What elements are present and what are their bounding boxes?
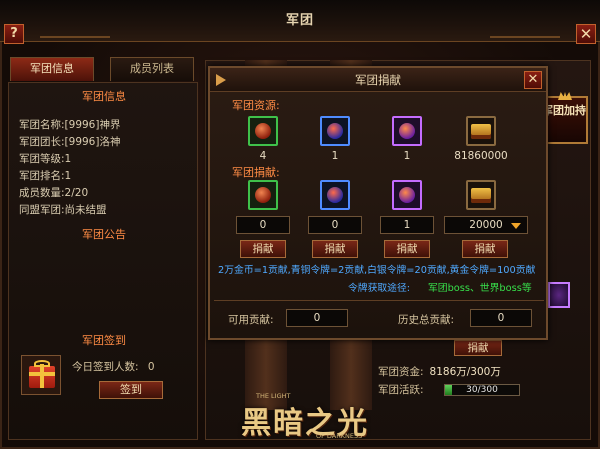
silver-donate-input[interactable]: 0 bbox=[308, 216, 362, 234]
close-button[interactable]: ✕ bbox=[576, 24, 596, 44]
info-label: 成员数量: bbox=[19, 187, 65, 199]
fund-label: 军团资金: bbox=[378, 366, 424, 378]
gold-token-icon bbox=[392, 180, 422, 210]
donate-gold-token-button[interactable]: 捐献 bbox=[384, 240, 430, 258]
legion-info-panel: 军团信息 军团名称:[9996]神界 军团团长:[9996]洛神 军团等级:1 … bbox=[8, 82, 198, 440]
token-source-label: 令牌获取途径: bbox=[348, 283, 411, 294]
gold-amount: 81860000 bbox=[454, 150, 508, 162]
available-contribution-value: 0 bbox=[286, 309, 348, 327]
fund-value: 8186万/300万 bbox=[429, 366, 501, 378]
available-contribution-label: 可用贡献: bbox=[228, 314, 274, 326]
help-button[interactable]: ? bbox=[4, 24, 24, 44]
gold-token-icon bbox=[548, 282, 570, 308]
gold-token-count: 1 bbox=[403, 150, 411, 162]
history-contribution-value: 0 bbox=[470, 309, 532, 327]
bronze-token-icon bbox=[248, 180, 278, 210]
info-value: 1 bbox=[64, 153, 72, 165]
info-label: 军团排名: bbox=[19, 170, 65, 182]
info-row-members: 成员数量:2/20 bbox=[19, 185, 88, 201]
info-label: 军团等级: bbox=[19, 153, 65, 165]
donate-button-underlying[interactable]: 捐献 bbox=[454, 340, 502, 356]
window-title: 军团 bbox=[285, 13, 314, 28]
info-value: [9996]神界 bbox=[64, 119, 121, 131]
dialog-close-button[interactable]: ✕ bbox=[524, 71, 542, 89]
signin-button[interactable]: 签到 bbox=[99, 381, 163, 399]
info-value: 1 bbox=[64, 170, 72, 182]
info-label: 同盟军团: bbox=[19, 204, 65, 216]
info-row-level: 军团等级:1 bbox=[19, 151, 71, 167]
gold-token-icon bbox=[392, 116, 422, 146]
signin-count-value: 0 bbox=[147, 361, 155, 373]
chevron-down-icon[interactable] bbox=[511, 223, 521, 229]
logo-main-text: 黑暗之光 bbox=[241, 406, 369, 441]
gold-chest-icon bbox=[466, 180, 496, 210]
gold-donate-select[interactable]: 20000 bbox=[444, 216, 528, 234]
bronze-token-count: 4 bbox=[259, 150, 267, 162]
donate-silver-button[interactable]: 捐献 bbox=[312, 240, 358, 258]
signin-header: 军团签到 bbox=[82, 334, 126, 347]
gold-token-donate-input[interactable]: 1 bbox=[380, 216, 434, 234]
info-row-rank: 军团排名:1 bbox=[19, 168, 71, 184]
divider bbox=[214, 300, 544, 301]
donate-bronze-button[interactable]: 捐献 bbox=[240, 240, 286, 258]
bronze-token-icon bbox=[248, 116, 278, 146]
gold-donate-value: 20000 bbox=[469, 219, 503, 231]
info-value: 2/20 bbox=[64, 187, 89, 199]
legion-boost-label: 军团加持 bbox=[542, 104, 586, 117]
info-value: 尚未结盟 bbox=[64, 204, 107, 216]
donate-gold-button[interactable]: 捐献 bbox=[462, 240, 508, 258]
bronze-donate-input[interactable]: 0 bbox=[236, 216, 290, 234]
tab-member-list[interactable]: 成员列表 bbox=[110, 57, 194, 81]
signin-count-label: 今日签到人数: bbox=[72, 361, 139, 373]
info-label: 军团团长: bbox=[19, 136, 65, 148]
tab-legion-info[interactable]: 军团信息 bbox=[10, 57, 94, 81]
donate-header: 军团捐献: bbox=[232, 166, 280, 179]
token-source-value: 军团boss、世界boss等 bbox=[428, 283, 532, 294]
logo-bottom-text: OF DARKNESS bbox=[316, 432, 363, 440]
activity-progress-text: 30/300 bbox=[466, 385, 498, 395]
info-label: 军团名称: bbox=[19, 119, 65, 131]
info-row-alliance: 同盟军团:尚未结盟 bbox=[19, 202, 107, 218]
info-value: [9996]洛神 bbox=[64, 136, 121, 148]
title-bar: 军团 bbox=[0, 0, 600, 42]
resources-header: 军团资源: bbox=[232, 99, 280, 112]
silver-token-icon bbox=[320, 180, 350, 210]
info-row-leader: 军团团长:[9996]洛神 bbox=[19, 134, 120, 150]
dialog-title: 军团捐献 bbox=[355, 73, 401, 87]
signin-count: 今日签到人数: 0 bbox=[72, 359, 155, 375]
history-contribution-label: 历史总贡献: bbox=[398, 314, 455, 326]
gift-box-icon bbox=[21, 355, 61, 395]
activity-progress-bar: 30/300 bbox=[444, 384, 520, 396]
contribution-rate-text: 2万金币=1贡献,青铜令牌=2贡献,白银令牌=20贡献,黄金令牌=100贡献 bbox=[218, 265, 536, 276]
notice-header: 军团公告 bbox=[82, 228, 126, 241]
info-row-name: 军团名称:[9996]神界 bbox=[19, 117, 120, 133]
silver-token-icon bbox=[320, 116, 350, 146]
gold-chest-icon bbox=[466, 116, 496, 146]
dialog-title-bar: 军团捐献 ✕ bbox=[210, 68, 546, 92]
info-header: 军团信息 bbox=[82, 90, 126, 103]
legion-fund: 军团资金: 8186万/300万 bbox=[378, 364, 501, 380]
silver-token-count: 1 bbox=[331, 150, 339, 162]
game-logo: THE LIGHT 黑暗之光 OF DARKNESS bbox=[220, 392, 390, 444]
